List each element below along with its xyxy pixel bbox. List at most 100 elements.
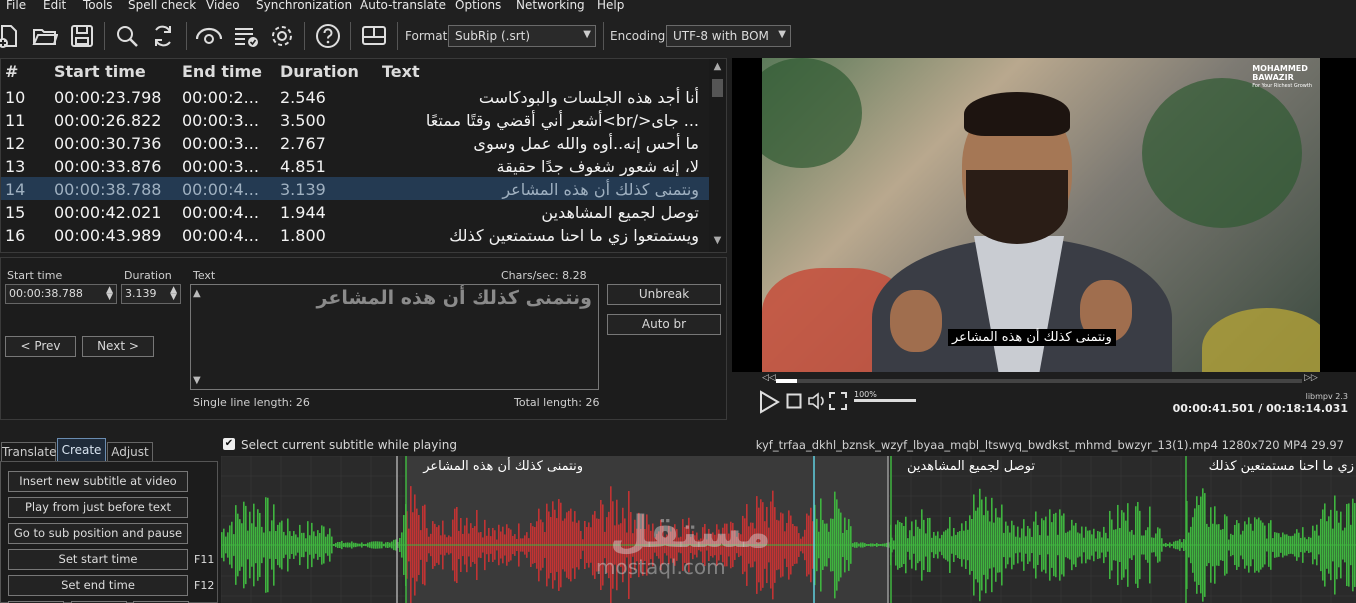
encoding-select-value: UTF-8 with BOM — [673, 29, 769, 43]
column-duration[interactable]: Duration — [280, 62, 359, 81]
volume-slider[interactable] — [854, 399, 916, 402]
auto-br-button[interactable]: Auto br — [607, 314, 721, 335]
set-end-time-button[interactable]: Set end time — [8, 575, 188, 596]
audio-waveform[interactable]: ونتمنى كذلك أن هذه المشاعر توصل لجميع ال… — [221, 456, 1356, 603]
background-plant — [1142, 78, 1302, 228]
play-before-text-button[interactable]: Play from just before text — [8, 497, 188, 518]
layout-icon[interactable] — [360, 22, 388, 50]
next-button[interactable]: Next > — [82, 336, 154, 357]
set-start-time-button[interactable]: Set start time — [8, 549, 188, 570]
video-time: 00:00:41.501 / 00:18:14.031 — [1172, 402, 1348, 415]
cell-end-time: 00:00:3... — [182, 134, 259, 153]
table-row[interactable]: 10 00:00:23.798 00:00:2... 2.546 أنا أجد هذه… — [1, 85, 709, 108]
table-row[interactable]: 11 00:00:26.822 00:00:3... 3.500 ... جاى</br… — [1, 108, 709, 131]
column-end-time[interactable]: End time — [182, 62, 262, 81]
table-row[interactable]: 14 00:00:38.788 00:00:4... 3.139 ونتمنى كذلك… — [1, 177, 709, 200]
menu-options[interactable]: Options — [455, 0, 501, 12]
cell-number: 12 — [5, 134, 26, 153]
encoding-label: Encoding — [610, 29, 666, 43]
search-icon[interactable] — [113, 22, 141, 50]
tab-adjust[interactable]: Adjust — [107, 442, 153, 462]
cell-start-time: 00:00:33.876 — [54, 157, 162, 176]
menu-synchronization[interactable]: Synchronization — [256, 0, 352, 12]
seek-bar[interactable] — [776, 379, 1302, 383]
start-time-input[interactable]: 00:00:38.788 ▲ ▼ — [5, 284, 117, 304]
tab-create[interactable]: Create — [57, 438, 106, 462]
format-label: Format — [405, 29, 448, 43]
toolbar-separator — [104, 22, 105, 50]
prev-button[interactable]: < Prev — [5, 336, 76, 357]
table-row[interactable]: 16 00:00:43.989 00:00:4... 1.800 ويستمتعوا ز… — [1, 223, 709, 246]
duration-input[interactable]: 3.139 ▲ ▼ — [121, 284, 181, 304]
cell-text: أنا أجد هذه الجلسات والبودكاست — [478, 88, 699, 107]
go-to-sub-position-button[interactable]: Go to sub position and pause — [8, 523, 188, 544]
save-icon[interactable] — [68, 22, 96, 50]
video-person-beard — [966, 170, 1068, 244]
cell-end-time: 00:00:3... — [182, 157, 259, 176]
scroll-down-icon[interactable]: ▼ — [709, 235, 726, 251]
scroll-up-icon[interactable]: ▲ — [709, 61, 726, 77]
edit-panel: Start time 00:00:38.788 ▲ ▼ Duration 3.13… — [0, 257, 727, 420]
open-folder-icon[interactable] — [31, 22, 59, 50]
waveform-subtitle-label[interactable]: ونتمنى كذلك أن هذه المشاعر — [423, 459, 583, 474]
play-icon[interactable] — [758, 390, 780, 414]
player-engine-label: libmpv 2.3 — [1305, 392, 1348, 401]
menu-file[interactable]: File — [6, 0, 26, 12]
fullscreen-icon[interactable] — [829, 392, 847, 410]
cell-number: 14 — [5, 180, 26, 199]
tab-translate[interactable]: Translate — [1, 442, 57, 462]
spell-check-icon[interactable] — [232, 22, 260, 50]
menu-auto-translate[interactable]: Auto-translate — [360, 0, 446, 12]
menu-tools[interactable]: Tools — [83, 0, 113, 12]
table-row[interactable]: 13 00:00:33.876 00:00:3... 4.851 لا، إنه شعو… — [1, 154, 709, 177]
waveform-subtitle-label[interactable]: توصل لجميع المشاهدين — [907, 459, 1035, 474]
cell-duration: 2.546 — [280, 88, 326, 107]
duration-label: Duration — [124, 269, 172, 282]
video-player[interactable]: MOHAMMED BAWAZIR For Your Richest Growth… — [762, 58, 1320, 372]
set-end-time-shortcut: F12 — [194, 579, 215, 592]
encoding-select[interactable]: UTF-8 with BOM ▼ — [666, 25, 791, 47]
cell-duration: 3.500 — [280, 111, 326, 130]
cell-start-time: 00:00:38.788 — [54, 180, 162, 199]
spin-arrows-icon[interactable]: ▲ ▼ — [106, 286, 113, 302]
format-select[interactable]: SubRip (.srt) ▼ — [448, 25, 596, 47]
stop-icon[interactable] — [786, 393, 802, 409]
spin-arrows-icon[interactable]: ▲ ▼ — [170, 286, 177, 302]
rewind-icon[interactable]: ◁◁ — [762, 373, 776, 383]
new-file-icon[interactable] — [0, 22, 22, 50]
scroll-down-icon[interactable]: ▼ — [193, 375, 201, 386]
subtitle-list-scrollbar[interactable]: ▲ ▼ — [709, 59, 726, 252]
start-time-value: 00:00:38.788 — [9, 287, 83, 300]
subtitle-text-editor[interactable]: ▲ ونتمنى كذلك أن هذه المشاعر ▼ — [190, 284, 599, 390]
visual-sync-icon[interactable] — [195, 22, 223, 50]
menu-help[interactable]: Help — [597, 0, 624, 12]
settings-icon[interactable] — [268, 22, 296, 50]
waveform-subtitle-label[interactable]: زي ما احنا مستمتعين كذلك — [1209, 459, 1354, 474]
select-current-subtitle-checkbox[interactable]: ✔ — [223, 438, 235, 450]
subtitle-text-value: ونتمنى كذلك أن هذه المشاعر — [316, 287, 592, 309]
cell-start-time: 00:00:43.989 — [54, 226, 162, 245]
replace-icon[interactable] — [149, 22, 177, 50]
fast-forward-icon[interactable]: ▷▷ — [1304, 373, 1318, 383]
column-number[interactable]: # — [5, 62, 18, 81]
column-text[interactable]: Text — [382, 62, 420, 81]
table-row[interactable]: 15 00:00:42.021 00:00:4... 1.944 توصل لجميع … — [1, 200, 709, 223]
insert-new-subtitle-button[interactable]: Insert new subtitle at video pos — [8, 471, 188, 507]
unbreak-button[interactable]: Unbreak — [607, 284, 721, 305]
cell-duration: 1.800 — [280, 226, 326, 245]
column-start-time[interactable]: Start time — [54, 62, 146, 81]
scroll-up-icon[interactable]: ▲ — [193, 288, 201, 299]
menu-spell-check[interactable]: Spell check — [128, 0, 196, 12]
volume-icon[interactable] — [807, 391, 827, 411]
seek-bar-progress — [776, 379, 798, 383]
help-icon[interactable] — [314, 22, 342, 50]
video-cushion — [1202, 308, 1320, 372]
table-row[interactable]: 12 00:00:30.736 00:00:3... 2.767 ما أحس إنه.… — [1, 131, 709, 154]
scrollbar-thumb[interactable] — [712, 79, 723, 97]
menu-networking[interactable]: Networking — [516, 0, 585, 12]
menu-video[interactable]: Video — [206, 0, 240, 12]
background-plant — [762, 58, 862, 168]
subtitle-list-header: # Start time End time Duration Text — [1, 59, 709, 83]
set-start-time-shortcut: F11 — [194, 553, 215, 566]
menu-edit[interactable]: Edit — [43, 0, 66, 12]
